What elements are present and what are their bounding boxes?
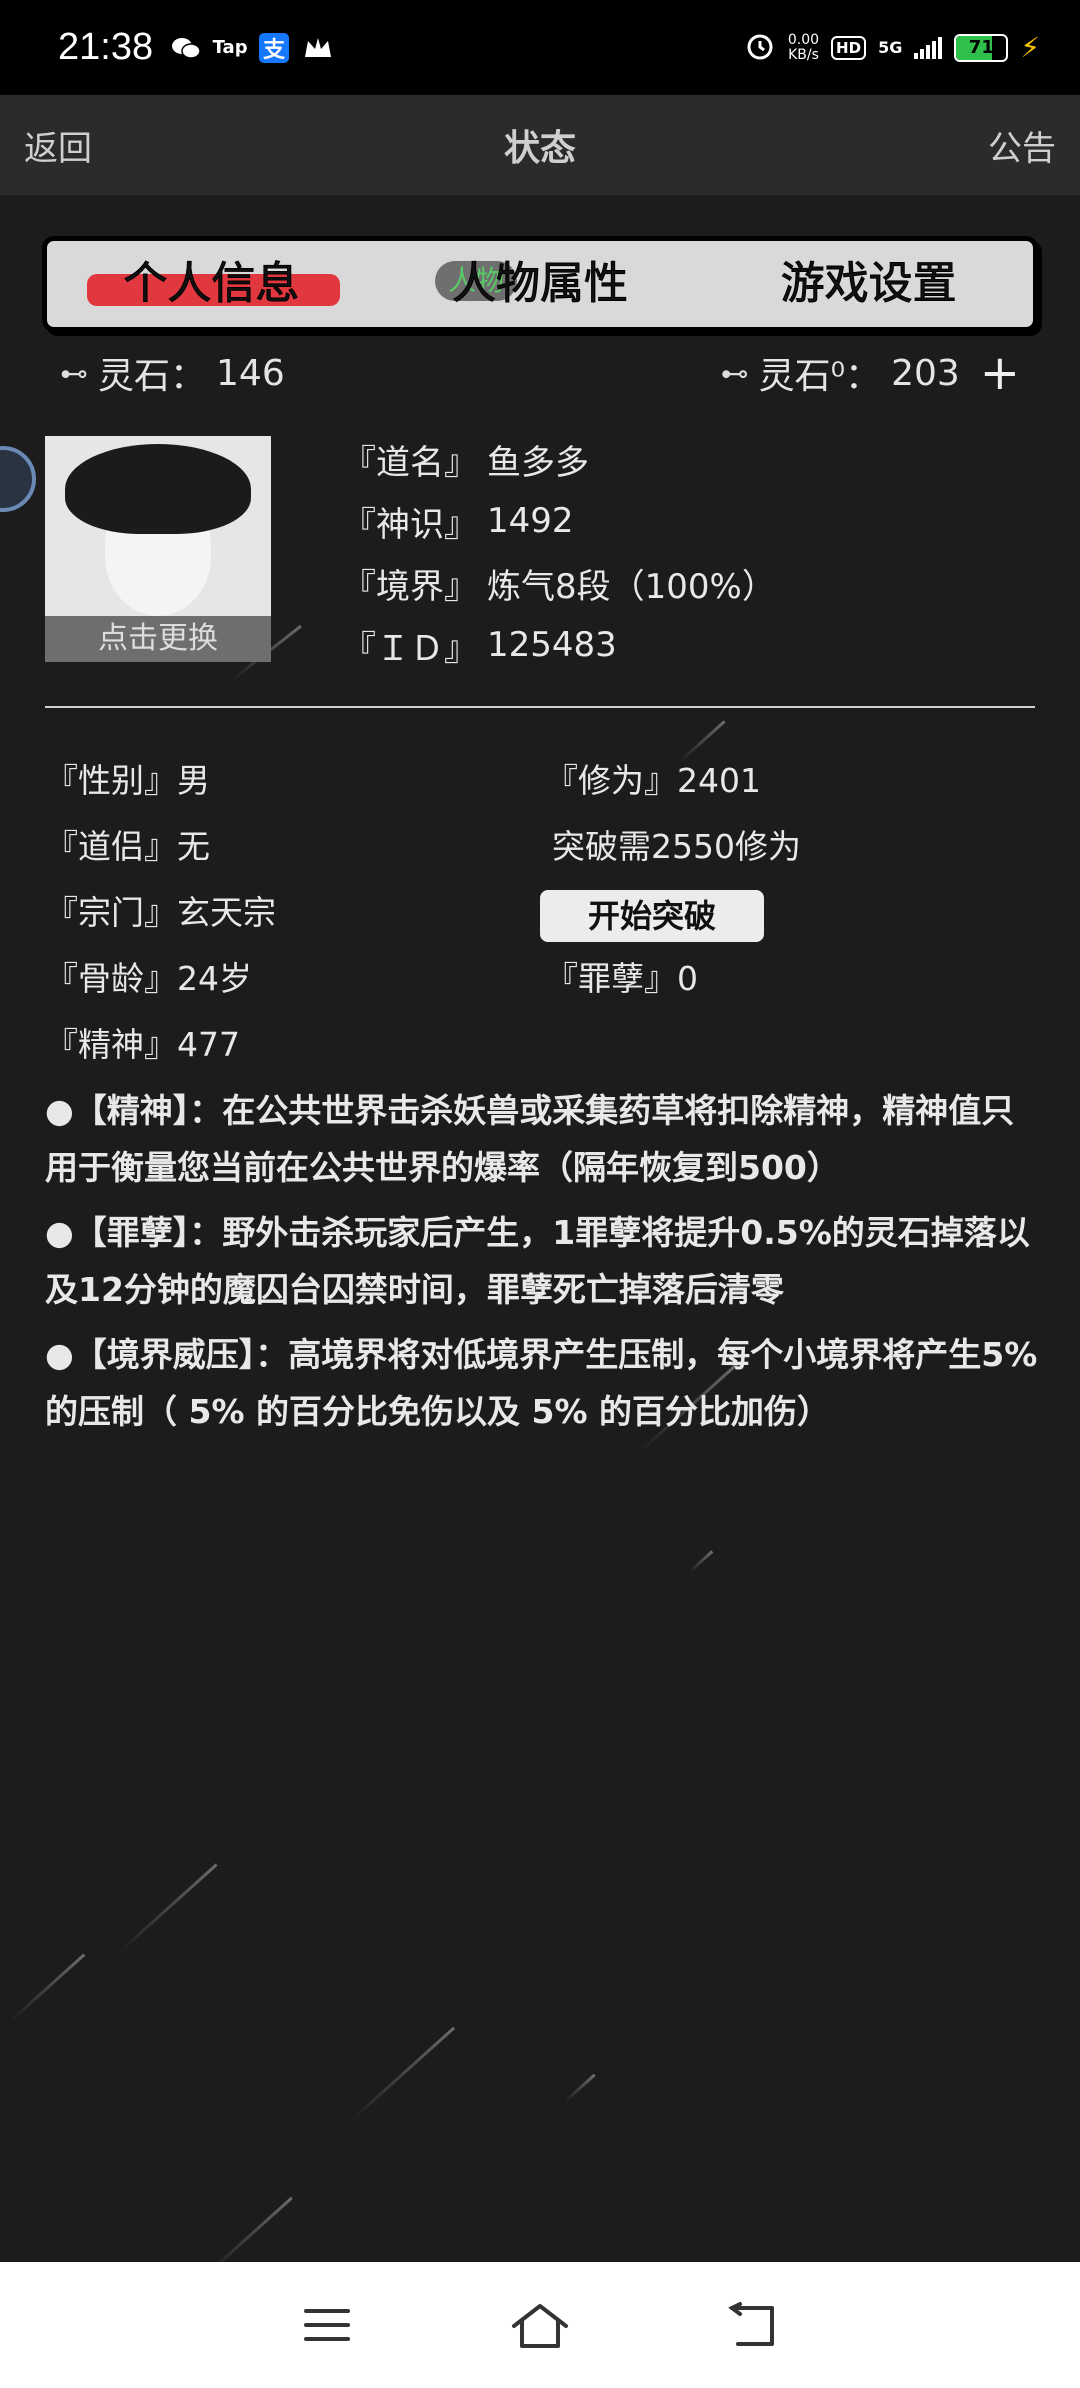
profile-row-spirit-sense: 『神识』 1492: [342, 490, 776, 552]
premium-stone-value: 203: [891, 352, 960, 394]
alipay-icon: 支: [259, 32, 290, 63]
profile-value: 125483: [487, 625, 617, 665]
battery-level: 71: [968, 37, 994, 58]
status-time: 21:38: [58, 26, 154, 68]
signal-icon: [914, 36, 943, 59]
status-bar: 21:38 Tap 支 0.00 KB/s HD 5G 71 ⚡: [0, 0, 1080, 95]
divider: [45, 706, 1035, 708]
spirit-stone-icon: ⊷: [60, 356, 88, 390]
decor-streak: [348, 2026, 456, 2123]
tab-label: 人物属性: [452, 258, 629, 310]
hd-badge: HD: [831, 35, 867, 60]
profile-key: 『神识』: [342, 504, 478, 545]
profile-key: 『境界』: [342, 566, 478, 607]
profile-value: 炼气8段（100%）: [487, 566, 776, 607]
attr-sect: 『宗门』玄天宗: [45, 893, 276, 932]
menu-icon[interactable]: [292, 2290, 362, 2360]
profile-row-id: 『ＩＤ』 125483: [342, 614, 776, 676]
attr-cultivation: 『修为』2401: [545, 761, 761, 800]
rules-notes: ●【精神】：在公共世界击杀妖兽或采集药草将扣除精神，精神值只用于衡量您当前在公共…: [45, 1082, 1045, 1448]
status-notification-icons: Tap 支: [171, 32, 333, 63]
network-speed-value: 0.00: [787, 31, 820, 48]
profile-key: 『道名』: [342, 442, 478, 483]
start-breakthrough-button[interactable]: 开始突破: [540, 890, 764, 942]
floating-assistant-button[interactable]: [0, 446, 36, 512]
status-system-icons: 0.00 KB/s HD 5G 71 ⚡: [744, 30, 1040, 66]
profile-row-realm: 『境界』 炼气8段（100%）: [342, 552, 776, 614]
page-title: 状态: [503, 128, 576, 169]
spirit-stone: ⊷ 灵石： 146: [60, 347, 285, 399]
back-icon[interactable]: [718, 2290, 788, 2360]
decor-streak: [563, 2073, 596, 2103]
note-spirit: ●【精神】：在公共世界击杀妖兽或采集药草将扣除精神，精神值只用于衡量您当前在公共…: [45, 1091, 1015, 1187]
tab-bar: 个人信息 人物属性 游戏设置 人物: [42, 236, 1038, 332]
top-nav-bar: 返回 状态 公告: [0, 95, 1080, 195]
profile-value: 鱼多多: [487, 442, 589, 483]
home-icon[interactable]: [505, 2290, 575, 2360]
spirit-stone-label: 灵石：: [98, 356, 207, 397]
avatar[interactable]: 点击更换: [45, 436, 271, 662]
attr-spirit: 『精神』477: [45, 1025, 240, 1064]
profile-row-dao-name: 『道名』 鱼多多: [342, 428, 776, 490]
decor-streak: [688, 1550, 714, 1573]
profile-info: 『道名』 鱼多多 『神识』 1492 『境界』 炼气8段（100%） 『ＩＤ』 …: [342, 428, 776, 676]
breakthrough-requirement: 突破需2550修为: [552, 827, 801, 866]
add-stone-button[interactable]: +: [980, 349, 1020, 397]
tab-label: 游戏设置: [780, 258, 957, 310]
notice-button[interactable]: 公告: [988, 121, 1056, 170]
attr-sin: 『罪孽』0: [545, 959, 698, 998]
premium-stone-icon: ⊷: [720, 356, 749, 390]
wechat-icon: [171, 33, 201, 63]
attr-gender: 『性别』男: [45, 761, 210, 800]
attr-companion: 『道侣』无: [45, 827, 210, 866]
note-sin: ●【罪孽】：野外击杀玩家后产生，1罪孽将提升0.5%的灵石掉落以及12分钟的魔囚…: [45, 1213, 1030, 1309]
taptap-icon: Tap: [212, 37, 248, 58]
premium-spirit-stone: ⊷ 灵石⁰： 203 +: [721, 347, 1020, 399]
premium-stone-label: 灵石⁰：: [758, 356, 882, 397]
note-realm-pressure: ●【境界威压】：高境界将对低境界产生压制，每个小境界将产生5% 的压制（ 5% …: [45, 1335, 1038, 1431]
decor-streak: [118, 1863, 218, 1953]
tab-character-attributes[interactable]: 人物属性: [376, 254, 705, 314]
avatar-hair: [65, 444, 251, 534]
tab-personal-info[interactable]: 个人信息: [47, 254, 376, 314]
profile-value: 1492: [487, 501, 574, 541]
tab-game-settings[interactable]: 游戏设置: [704, 254, 1033, 314]
network-type: 5G: [878, 38, 903, 57]
battery-icon: 71: [954, 33, 1009, 62]
network-speed-unit: KB/s: [788, 46, 819, 63]
network-speed: 0.00 KB/s: [787, 31, 820, 63]
spirit-stone-value: 146: [216, 352, 285, 394]
tab-label: 个人信息: [123, 258, 300, 310]
back-button[interactable]: 返回: [24, 121, 92, 170]
profile-key: 『ＩＤ』: [342, 628, 478, 669]
decor-streak: [8, 1953, 86, 2023]
attr-bone-age: 『骨龄』24岁: [45, 959, 252, 998]
system-navigation-bar: [0, 2262, 1080, 2388]
alarm-icon: [744, 30, 776, 66]
currency-row: ⊷ 灵石： 146 ⊷ 灵石⁰： 203 +: [60, 348, 1020, 398]
change-avatar-button[interactable]: 点击更换: [45, 616, 271, 662]
charging-icon: ⚡: [1020, 31, 1040, 64]
crown-icon: [303, 33, 333, 63]
